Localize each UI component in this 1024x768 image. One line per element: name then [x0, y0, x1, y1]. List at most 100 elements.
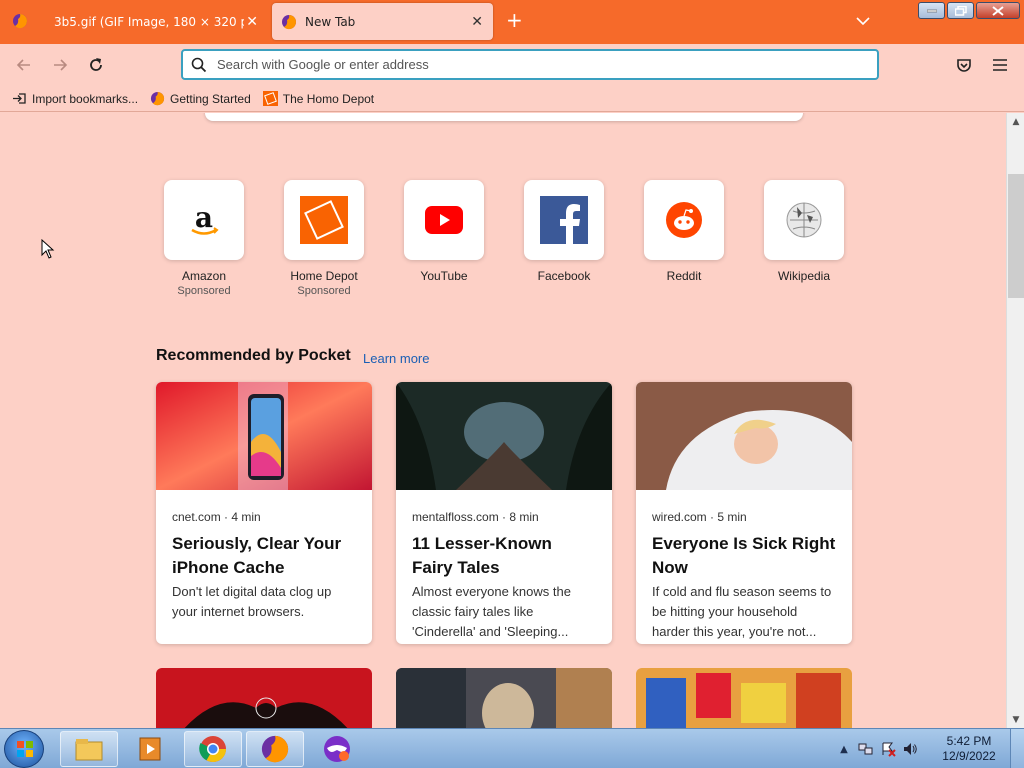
restore-icon	[954, 5, 967, 16]
article-source: cnet.com · 4 min	[172, 510, 261, 524]
tile-box	[764, 180, 844, 260]
chevron-down-icon[interactable]	[856, 14, 870, 28]
article-title: 11 Lesser-Known Fairy Tales	[412, 534, 552, 577]
pocket-card[interactable]: wired.com · 5 min Everyone Is Sick Right…	[636, 382, 852, 644]
show-desktop-button[interactable]	[1010, 729, 1024, 768]
top-site-wikipedia[interactable]: Wikipedia	[764, 180, 844, 283]
homedepot-icon	[262, 91, 278, 106]
bookmark-label: Import bookmarks...	[32, 91, 139, 106]
bookmarks-toolbar: Import bookmarks... Getting Started The …	[0, 86, 1024, 112]
new-tab-page: a Amazon Sponsored Home Depot Sponsored …	[0, 113, 1006, 728]
taskbar-chrome[interactable]	[184, 731, 242, 767]
tile-label: Wikipedia	[777, 269, 831, 283]
firefox-icon	[261, 735, 289, 763]
pocket-icon[interactable]	[954, 55, 974, 75]
taskbar-explorer[interactable]	[60, 731, 118, 767]
navigation-toolbar: Search with Google or enter address	[0, 44, 1024, 86]
article-thumbnail	[396, 668, 612, 728]
sponsored-label: Sponsored	[297, 285, 351, 297]
learn-more-link[interactable]: Learn more	[363, 351, 429, 366]
minimize-icon	[926, 9, 937, 12]
top-site-amazon[interactable]: a Amazon Sponsored	[164, 180, 244, 297]
pocket-card[interactable]	[396, 668, 612, 728]
action-center-icon[interactable]	[880, 741, 896, 757]
close-icon	[992, 5, 1004, 16]
new-tab-button[interactable]: +	[506, 10, 523, 30]
tile-label: YouTube	[420, 269, 468, 283]
firefox-icon[interactable]	[12, 13, 28, 29]
close-tab-icon[interactable]: ✕	[471, 14, 483, 30]
scroll-down-arrow-icon[interactable]: ▼	[1007, 711, 1024, 728]
forward-arrow-icon[interactable]	[50, 55, 70, 75]
pocket-heading: Recommended by Pocket	[156, 347, 351, 364]
folder-icon	[75, 739, 103, 761]
homedepot-icon	[300, 196, 348, 244]
pocket-card[interactable]: mentalfloss.com · 8 min 11 Lesser-Known …	[396, 382, 612, 644]
pocket-card[interactable]: cnet.com · 4 min Seriously, Clear Your i…	[156, 382, 372, 644]
reddit-icon	[666, 202, 702, 238]
article-excerpt: If cold and flu season seems to be hitti…	[652, 584, 832, 639]
article-source: wired.com · 5 min	[652, 510, 747, 524]
clock-time: 5:42 PM	[946, 734, 992, 748]
scroll-up-arrow-icon[interactable]: ▲	[1007, 113, 1024, 130]
clock[interactable]: 5:42 PM 12/9/2022	[932, 734, 1006, 764]
article-title: Seriously, Clear Your iPhone Cache	[172, 534, 342, 577]
tile-box	[284, 180, 364, 260]
top-site-reddit[interactable]: Reddit	[644, 180, 724, 283]
clock-date: 12/9/2022	[942, 749, 996, 763]
taskbar-firefox[interactable]	[246, 731, 304, 767]
chrome-icon	[199, 736, 227, 763]
article-thumbnail	[156, 668, 372, 728]
reload-icon[interactable]	[86, 55, 106, 75]
show-hidden-icons-icon[interactable]: ▲	[836, 741, 852, 757]
address-bar[interactable]: Search with Google or enter address	[181, 49, 879, 80]
youtube-icon	[425, 206, 463, 234]
top-site-facebook[interactable]: Facebook	[524, 180, 604, 283]
search-icon	[191, 57, 207, 72]
top-site-home-depot[interactable]: Home Depot Sponsored	[284, 180, 364, 297]
facebook-icon	[540, 196, 588, 244]
tab-new-tab[interactable]: New Tab ✕	[272, 3, 493, 40]
tile-label: Reddit	[666, 269, 702, 283]
bookmark-label: Getting Started	[170, 91, 251, 106]
hamburger-menu-icon[interactable]	[990, 55, 1010, 75]
taskbar-private-browser[interactable]	[308, 731, 366, 767]
top-site-youtube[interactable]: YouTube	[404, 180, 484, 283]
bookmark-label: The Homo Depot	[282, 91, 375, 106]
tab-label: New Tab	[305, 14, 356, 29]
close-tab-icon[interactable]: ✕	[246, 14, 258, 30]
wikipedia-icon	[786, 202, 822, 238]
article-excerpt: Don't let digital data clog up your inte…	[172, 584, 332, 619]
bookmark-homo-depot[interactable]: The Homo Depot	[262, 91, 375, 106]
tab-gif-image[interactable]: 3b5.gif (GIF Image, 180 × 320 pixels) ✕	[44, 3, 266, 40]
svg-text:a: a	[195, 201, 213, 234]
page-search-box[interactable]	[205, 113, 803, 121]
vertical-scrollbar[interactable]: ▲ ▼	[1006, 113, 1024, 728]
article-source: mentalfloss.com · 8 min	[412, 510, 539, 524]
restore-button[interactable]	[947, 2, 974, 19]
article-thumbnail	[636, 668, 852, 728]
address-placeholder: Search with Google or enter address	[217, 57, 429, 72]
bookmark-import[interactable]: Import bookmarks...	[12, 91, 138, 106]
tile-box	[644, 180, 724, 260]
start-button[interactable]	[4, 730, 44, 768]
scrollbar-thumb[interactable]	[1008, 174, 1024, 298]
close-window-button[interactable]	[976, 2, 1020, 19]
tab-strip: 3b5.gif (GIF Image, 180 × 320 pixels) ✕ …	[0, 0, 1024, 44]
article-thumbnail	[156, 382, 372, 490]
pocket-card[interactable]	[156, 668, 372, 728]
tile-box: a	[164, 180, 244, 260]
windows-logo-icon	[17, 741, 33, 757]
volume-icon[interactable]	[902, 741, 918, 757]
window-controls	[918, 2, 1020, 19]
tile-box	[404, 180, 484, 260]
article-thumbnail	[396, 382, 612, 490]
taskbar-media-player[interactable]	[122, 731, 180, 767]
back-arrow-icon[interactable]	[14, 55, 34, 75]
network-icon[interactable]	[858, 741, 874, 757]
mouse-cursor-icon	[41, 239, 55, 259]
firefox-icon	[150, 91, 165, 106]
minimize-button[interactable]	[918, 2, 945, 19]
bookmark-getting-started[interactable]: Getting Started	[150, 91, 251, 106]
pocket-card[interactable]	[636, 668, 852, 728]
